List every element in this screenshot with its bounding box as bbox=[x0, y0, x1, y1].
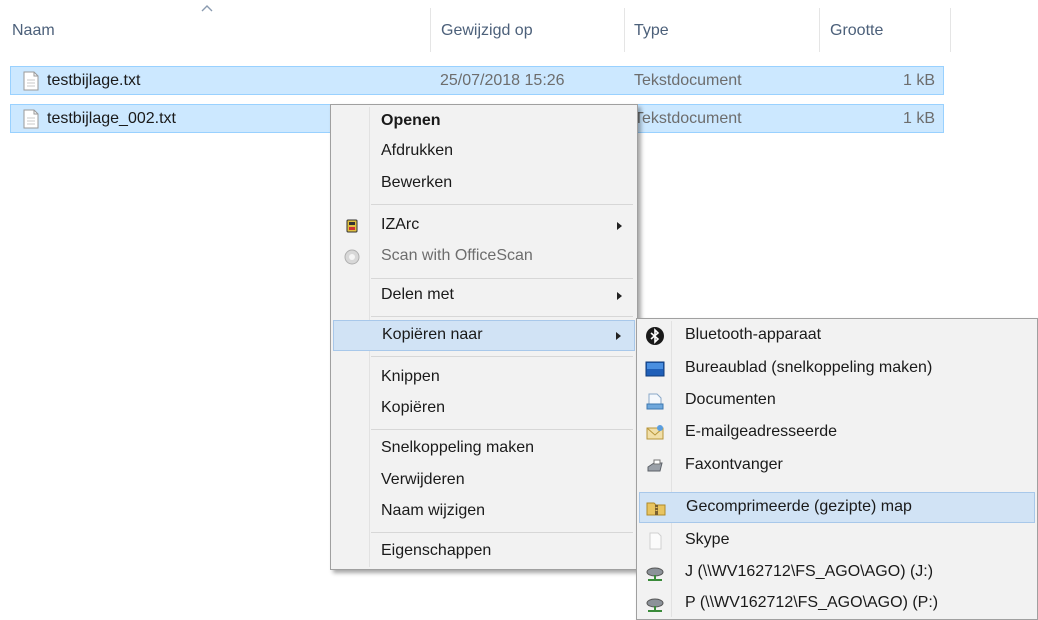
menu-item-create-shortcut[interactable]: Snelkoppeling maken bbox=[333, 434, 635, 464]
menu-item-cut[interactable]: Knippen bbox=[333, 363, 635, 393]
fax-icon bbox=[647, 459, 663, 472]
column-header-size[interactable]: Grootte bbox=[830, 22, 883, 40]
file-size: 1 kB bbox=[902, 110, 935, 127]
menu-item-label: Bureaublad (snelkoppeling maken) bbox=[685, 359, 933, 376]
submenu-item-zip[interactable]: Gecomprimeerde (gezipte) map bbox=[639, 492, 1035, 523]
network-drive-icon bbox=[646, 598, 664, 612]
menu-item-label: IZArc bbox=[381, 216, 420, 233]
column-divider[interactable] bbox=[819, 8, 820, 52]
menu-item-label: Snelkoppeling maken bbox=[381, 439, 534, 456]
menu-item-print[interactable]: Afdrukken bbox=[333, 137, 635, 167]
menu-item-label: Kopiëren naar bbox=[382, 326, 483, 343]
menu-item-label: P (\\WV162712\FS_AGO\AGO) (P:) bbox=[685, 594, 939, 611]
menu-item-label: E-mailgeadresseerde bbox=[685, 423, 838, 440]
file-row[interactable]: testbijlage.txt 25/07/2018 15:26 Tekstdo… bbox=[10, 66, 944, 95]
menu-item-label: J (\\WV162712\FS_AGO\AGO) (J:) bbox=[685, 563, 934, 580]
menu-item-label: Bluetooth-apparaat bbox=[685, 326, 822, 343]
text-file-icon bbox=[23, 109, 39, 129]
menu-item-rename[interactable]: Naam wijzigen bbox=[333, 497, 635, 527]
menu-item-label: Openen bbox=[381, 112, 441, 129]
sort-ascending-icon[interactable] bbox=[201, 4, 213, 12]
menu-item-label: Scan with OfficeScan bbox=[381, 247, 533, 264]
menu-item-scan-officescan[interactable]: Scan with OfficeScan bbox=[333, 242, 635, 272]
menu-item-label: Knippen bbox=[381, 368, 440, 385]
menu-separator bbox=[371, 316, 633, 317]
desktop-icon bbox=[645, 361, 665, 377]
submenu-item-bluetooth[interactable]: Bluetooth-apparaat bbox=[639, 321, 1035, 351]
izarc-icon bbox=[346, 219, 358, 233]
file-modified: 25/07/2018 15:26 bbox=[440, 72, 565, 89]
menu-item-label: Bewerken bbox=[381, 174, 453, 191]
menu-item-share-with[interactable]: Delen met bbox=[333, 281, 635, 311]
column-header-modified[interactable]: Gewijzigd op bbox=[441, 22, 533, 40]
menu-item-label: Gecomprimeerde (gezipte) map bbox=[686, 498, 912, 515]
submenu-item-fax[interactable]: Faxontvanger bbox=[639, 451, 1035, 481]
menu-separator bbox=[371, 532, 633, 533]
menu-item-label: Documenten bbox=[685, 391, 776, 408]
menu-item-open[interactable]: Openen bbox=[333, 107, 635, 137]
menu-separator bbox=[371, 204, 633, 205]
file-type: Tekstdocument bbox=[634, 110, 742, 127]
menu-item-label: Eigenschappen bbox=[381, 542, 492, 559]
skype-file-icon bbox=[649, 532, 662, 550]
menu-item-copy-to[interactable]: Kopiëren naar bbox=[333, 320, 635, 351]
context-menu: Openen Afdrukken Bewerken IZArc Scan wit… bbox=[330, 104, 638, 570]
menu-item-copy[interactable]: Kopiëren bbox=[333, 394, 635, 424]
menu-separator bbox=[371, 429, 633, 430]
officescan-icon bbox=[344, 249, 360, 265]
submenu-item-email-recipient[interactable]: E-mailgeadresseerde bbox=[639, 418, 1035, 448]
menu-item-properties[interactable]: Eigenschappen bbox=[333, 537, 635, 567]
network-drive-icon bbox=[646, 567, 664, 581]
menu-separator bbox=[371, 278, 633, 279]
column-header-type[interactable]: Type bbox=[634, 22, 669, 40]
menu-item-label: Faxontvanger bbox=[685, 456, 783, 473]
mail-icon bbox=[646, 425, 664, 440]
submenu-arrow-icon bbox=[616, 332, 621, 340]
menu-item-label: Kopiëren bbox=[381, 399, 446, 416]
submenu-arrow-icon bbox=[617, 222, 622, 230]
submenu-item-skype[interactable]: Skype bbox=[639, 526, 1035, 556]
menu-item-label: Delen met bbox=[381, 286, 454, 303]
submenu-item-documents[interactable]: Documenten bbox=[639, 386, 1035, 416]
column-divider[interactable] bbox=[624, 8, 625, 52]
menu-separator bbox=[371, 356, 633, 357]
file-type: Tekstdocument bbox=[634, 72, 742, 89]
menu-item-label: Naam wijzigen bbox=[381, 502, 486, 519]
column-header-name[interactable]: Naam bbox=[12, 22, 55, 40]
column-divider[interactable] bbox=[430, 8, 431, 52]
submenu-arrow-icon bbox=[617, 292, 622, 300]
menu-item-edit[interactable]: Bewerken bbox=[333, 169, 635, 199]
bluetooth-icon bbox=[646, 327, 664, 345]
copy-to-submenu: Bluetooth-apparaat Bureaublad (snelkoppe… bbox=[636, 318, 1038, 620]
file-size: 1 kB bbox=[902, 72, 935, 89]
menu-item-label: Afdrukken bbox=[381, 142, 454, 159]
file-name: testbijlage.txt bbox=[47, 72, 141, 89]
menu-item-izarc[interactable]: IZArc bbox=[333, 211, 635, 241]
column-divider[interactable] bbox=[950, 8, 951, 52]
zip-folder-icon bbox=[646, 502, 666, 516]
menu-item-delete[interactable]: Verwijderen bbox=[333, 466, 635, 496]
file-name: testbijlage_002.txt bbox=[47, 110, 176, 127]
documents-icon bbox=[646, 393, 664, 410]
submenu-item-drive-j[interactable]: J (\\WV162712\FS_AGO\AGO) (J:) bbox=[639, 558, 1035, 588]
submenu-item-desktop[interactable]: Bureaublad (snelkoppeling maken) bbox=[639, 354, 1035, 384]
menu-item-label: Skype bbox=[685, 531, 730, 548]
text-file-icon bbox=[23, 71, 39, 91]
menu-item-label: Verwijderen bbox=[381, 471, 465, 488]
